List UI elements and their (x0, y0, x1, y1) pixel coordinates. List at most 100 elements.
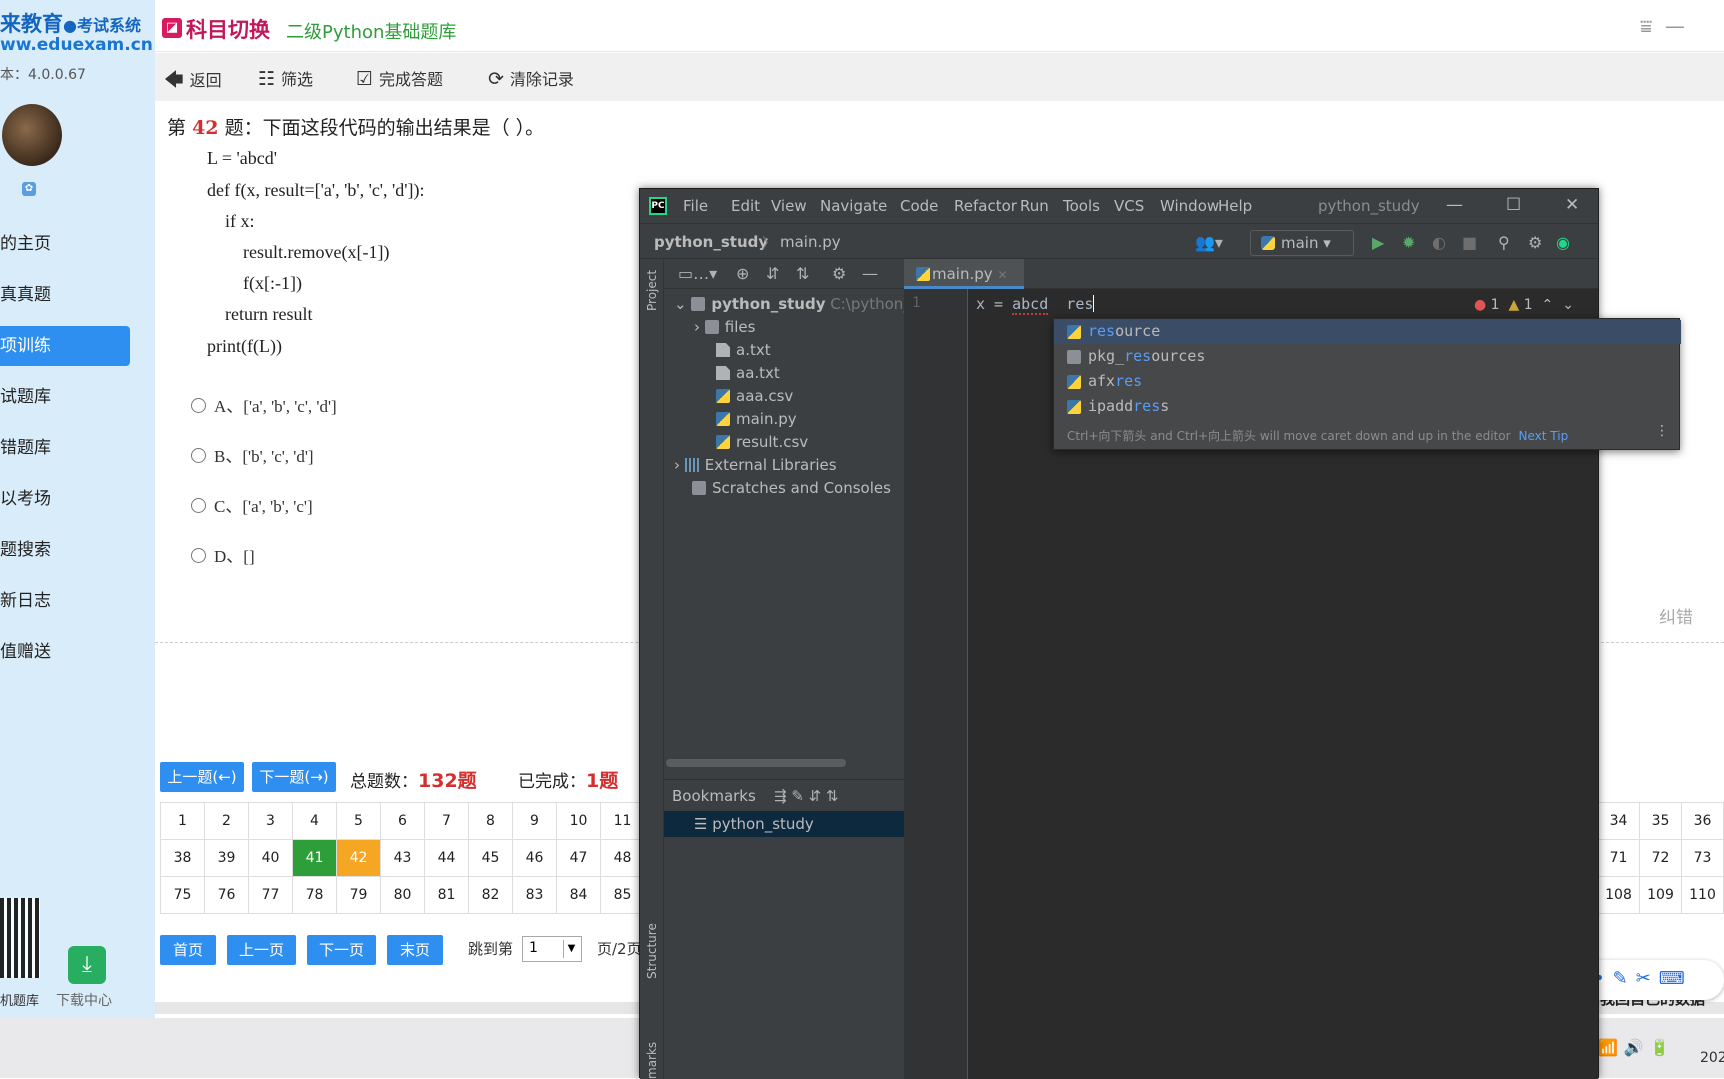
bookmark-tools-icons[interactable]: ⇶ ✎ ⇵ ⇅ (774, 787, 839, 805)
collapse-all-icon[interactable]: ⇅ (796, 264, 809, 283)
run-icon[interactable]: ▶ (1372, 233, 1384, 252)
menu-item[interactable]: Tools (1063, 197, 1100, 215)
prev-page-button[interactable]: 上一页 (227, 935, 296, 965)
completion-popup[interactable]: resource pkg_resources afxres ipaddress Ctr… (1053, 318, 1681, 450)
question-number-cell[interactable]: 80 (380, 876, 425, 914)
tree-item-file[interactable]: result.csv (716, 433, 808, 451)
question-number-cell[interactable]: 7 (424, 802, 469, 840)
menu-item[interactable]: File (683, 197, 708, 215)
sidebar-item[interactable]: 的主页 (0, 224, 130, 264)
sidebar-item[interactable]: 以考场 (0, 479, 130, 519)
question-number-cell[interactable]: 11 (600, 802, 645, 840)
maximize-icon[interactable]: ☐ (1506, 195, 1521, 215)
menu-item[interactable]: View (771, 197, 807, 215)
project-view-icon[interactable]: ▭…▾ (678, 264, 717, 283)
gear-icon[interactable]: ⚙ (1528, 233, 1542, 252)
completion-item[interactable]: ipaddress (1054, 395, 1681, 419)
tree-item-file[interactable]: a.txt (716, 341, 771, 359)
question-number-cell[interactable]: 38 (160, 839, 205, 877)
debug-icon[interactable]: ✹ (1402, 233, 1415, 252)
hide-icon[interactable]: — (862, 264, 878, 283)
tree-item-file[interactable]: aaa.csv (716, 387, 793, 405)
option-b[interactable]: B、['b', 'c', 'd'] (191, 442, 314, 467)
prev-question-button[interactable]: 上一题(←) (160, 762, 244, 792)
inspection-widget[interactable]: ● 1 ▲ 1 ⌃ ⌄ (1474, 297, 1574, 313)
jump-page-select[interactable]: 1 ▼ (522, 936, 582, 962)
breadcrumb-file[interactable]: main.py (780, 233, 841, 251)
radio-button[interactable] (191, 448, 206, 463)
question-number-cell[interactable]: 78 (292, 876, 337, 914)
question-number-cell[interactable]: 45 (468, 839, 513, 877)
filter-button[interactable]: ☷ 筛选 (258, 66, 313, 90)
question-number-cell[interactable]: 3 (248, 802, 293, 840)
question-number-cell[interactable]: 76 (204, 876, 249, 914)
user-icon[interactable]: 👥▾ (1195, 233, 1223, 252)
window-controls[interactable]: ⩸ — (1640, 14, 1685, 38)
bookmarks-tool-tab[interactable]: marks (645, 1042, 659, 1079)
sidebar-item[interactable]: 试题库 (0, 377, 130, 417)
menu-item[interactable]: Code (900, 197, 938, 215)
completion-item[interactable]: pkg_resources (1054, 345, 1681, 369)
tree-item-files[interactable]: › files (694, 318, 755, 336)
option-d[interactable]: D、[] (191, 542, 255, 567)
project-tool-tab[interactable]: Project (645, 270, 659, 311)
download-center-label[interactable]: 下载中心 (56, 990, 112, 1010)
next-tip-link[interactable]: Next Tip (1519, 429, 1569, 443)
close-icon[interactable]: ✕ (1565, 195, 1579, 215)
ime-tools-icons[interactable]: •✎✂⌨ (1594, 968, 1693, 989)
question-number-cell[interactable]: 34 (1597, 802, 1640, 840)
search-icon[interactable]: ⚲ (1498, 233, 1510, 252)
download-icon[interactable]: ⤓ (68, 946, 106, 984)
radio-button[interactable] (191, 398, 206, 413)
system-tray-icons[interactable]: 📶🔊🔋 (1598, 1038, 1676, 1057)
sidebar-item[interactable]: 真真题 (0, 275, 130, 315)
menu-item[interactable]: Refactor (954, 197, 1017, 215)
menu-item[interactable]: Edit (731, 197, 760, 215)
question-number-cell[interactable]: 2 (204, 802, 249, 840)
completion-item[interactable]: resource (1054, 320, 1681, 344)
question-number-cell[interactable]: 109 (1639, 876, 1682, 914)
question-number-cell[interactable]: 82 (468, 876, 513, 914)
question-number-cell[interactable]: 48 (600, 839, 645, 877)
question-number-cell[interactable]: 36 (1681, 802, 1724, 840)
next-question-button[interactable]: 下一题(→) (252, 762, 336, 792)
tree-item-file[interactable]: main.py (716, 410, 797, 428)
menu-item[interactable]: Run (1020, 197, 1049, 215)
menu-item[interactable]: VCS (1114, 197, 1144, 215)
menu-item[interactable]: Window (1160, 197, 1219, 215)
sidebar-item[interactable]: 值赠送 (0, 632, 130, 672)
question-number-cell[interactable]: 1 (160, 802, 205, 840)
breadcrumb-project[interactable]: python_study (654, 233, 768, 251)
menu-item[interactable]: Navigate (820, 197, 887, 215)
sidebar-item[interactable]: 错题库 (0, 428, 130, 468)
avatar[interactable] (2, 104, 62, 166)
code-line-1[interactable]: x = abcd res (976, 295, 1095, 315)
sidebar-item[interactable]: 项训练 (0, 326, 130, 366)
question-number-cell[interactable]: 35 (1639, 802, 1682, 840)
question-number-cell[interactable]: 84 (556, 876, 601, 914)
question-number-cell[interactable]: 79 (336, 876, 381, 914)
coverage-icon[interactable]: ◐ (1432, 233, 1446, 252)
completion-item[interactable]: afxres (1054, 370, 1681, 394)
question-number-cell[interactable]: 81 (424, 876, 469, 914)
question-number-cell[interactable]: 71 (1597, 839, 1640, 877)
question-number-cell[interactable]: 8 (468, 802, 513, 840)
subject-switch-icon[interactable]: ◪ (162, 18, 182, 38)
question-number-cell[interactable]: 9 (512, 802, 557, 840)
chevron-down-icon[interactable]: ▼ (563, 940, 579, 958)
question-number-cell[interactable]: 77 (248, 876, 293, 914)
question-number-cell[interactable]: 72 (1639, 839, 1682, 877)
question-number-cell[interactable]: 5 (336, 802, 381, 840)
question-number-cell[interactable]: 83 (512, 876, 557, 914)
sidebar-item[interactable]: 题搜索 (0, 530, 130, 570)
finish-button[interactable]: ☑ 完成答题 (356, 66, 443, 90)
next-page-button[interactable]: 下一页 (307, 935, 376, 965)
back-button[interactable]: 🡄 返回 (164, 66, 222, 98)
question-number-cell[interactable]: 4 (292, 802, 337, 840)
tree-scratches[interactable]: Scratches and Consoles (692, 479, 891, 497)
first-page-button[interactable]: 首页 (160, 935, 216, 965)
structure-tool-tab[interactable]: Structure (645, 923, 659, 979)
stop-icon[interactable]: ■ (1462, 233, 1477, 252)
question-number-cell[interactable]: 46 (512, 839, 557, 877)
question-number-cell[interactable]: 40 (248, 839, 293, 877)
